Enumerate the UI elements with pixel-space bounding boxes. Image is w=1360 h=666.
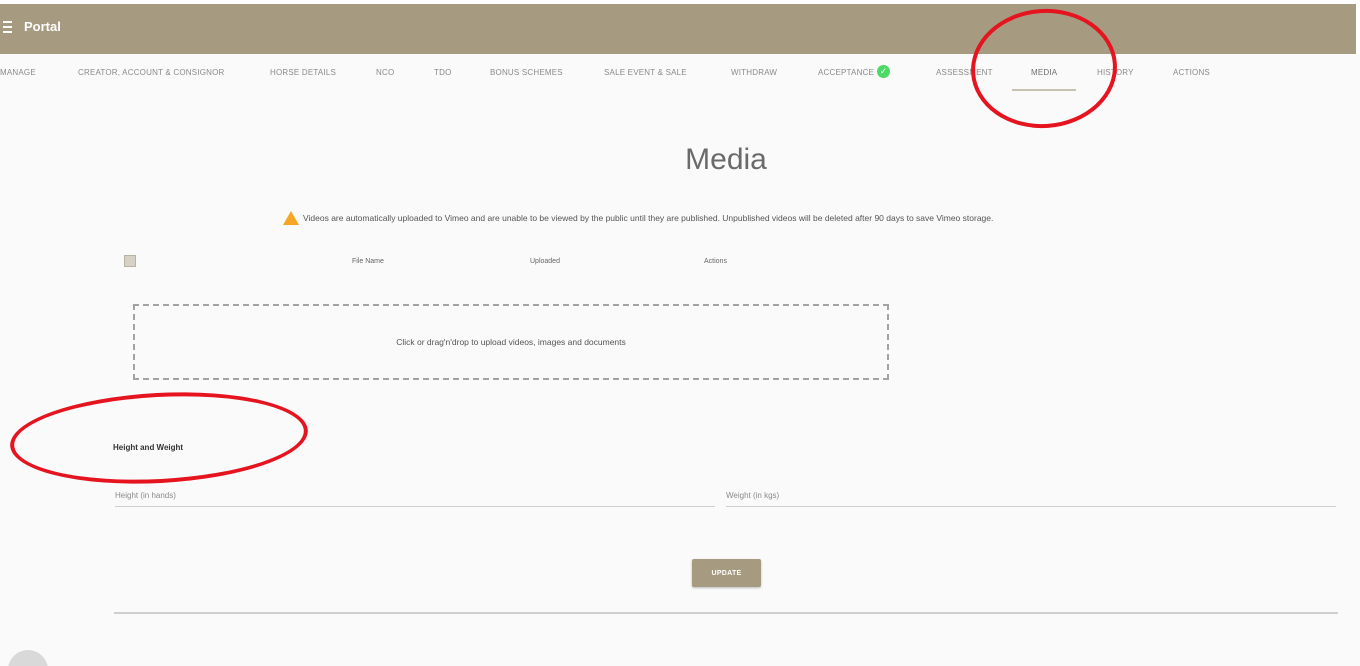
height-field[interactable]: Height (in hands): [115, 489, 715, 507]
app-header: Portal: [0, 4, 1356, 54]
tab-acceptance[interactable]: ACCEPTANCE ✓: [818, 65, 891, 78]
height-placeholder: Height (in hands): [115, 491, 176, 500]
update-button[interactable]: UPDATE: [692, 559, 761, 587]
weight-placeholder: Weight (in kgs): [726, 491, 780, 500]
tab-tdo[interactable]: TDO: [434, 68, 452, 77]
dropzone-text: Click or drag'n'drop to upload videos, i…: [396, 337, 626, 347]
tab-manage[interactable]: MANAGE: [0, 68, 36, 77]
column-actions: Actions: [704, 258, 727, 265]
tab-withdraw[interactable]: WITHDRAW: [731, 68, 777, 77]
app-title: Portal: [24, 19, 61, 34]
upload-dropzone[interactable]: Click or drag'n'drop to upload videos, i…: [133, 304, 889, 380]
height-weight-title: Height and Weight: [113, 443, 184, 452]
media-table-header: File Name Uploaded Actions: [0, 254, 1360, 274]
tab-assessment[interactable]: ASSESSMENT: [936, 68, 993, 77]
warning-icon: [283, 211, 299, 225]
tab-bar: MANAGE CREATOR, ACCOUNT & CONSIGNOR HORS…: [0, 54, 1360, 94]
vimeo-notice: Videos are automatically uploaded to Vim…: [283, 211, 993, 225]
menu-icon[interactable]: [3, 21, 12, 33]
tab-horse-details[interactable]: HORSE DETAILS: [270, 68, 336, 77]
tab-bonus-schemes[interactable]: BONUS SCHEMES: [490, 68, 563, 77]
media-panel: Media Videos are automatically uploaded …: [0, 94, 1360, 666]
column-file-name: File Name: [352, 258, 384, 265]
tab-nco[interactable]: NCO: [376, 68, 394, 77]
weight-field[interactable]: Weight (in kgs): [726, 489, 1336, 507]
tab-actions[interactable]: ACTIONS: [1173, 68, 1210, 77]
floating-action-button[interactable]: [8, 650, 48, 666]
notice-text: Videos are automatically uploaded to Vim…: [303, 213, 994, 223]
select-all-checkbox[interactable]: [124, 255, 136, 267]
active-tab-indicator: [1012, 89, 1076, 91]
tab-sale-event-sale[interactable]: SALE EVENT & SALE: [604, 68, 687, 77]
section-divider: [114, 612, 1338, 614]
tab-creator-account-consignor[interactable]: CREATOR, ACCOUNT & CONSIGNOR: [78, 68, 225, 77]
check-circle-icon: ✓: [877, 65, 891, 78]
tab-acceptance-label: ACCEPTANCE: [818, 68, 875, 78]
tab-media[interactable]: MEDIA: [1031, 68, 1057, 77]
page-title: Media: [685, 143, 767, 176]
tab-history[interactable]: HISTORY: [1097, 68, 1134, 77]
column-uploaded: Uploaded: [530, 258, 560, 265]
page: Portal MANAGE CREATOR, ACCOUNT & CONSIGN…: [0, 0, 1360, 666]
